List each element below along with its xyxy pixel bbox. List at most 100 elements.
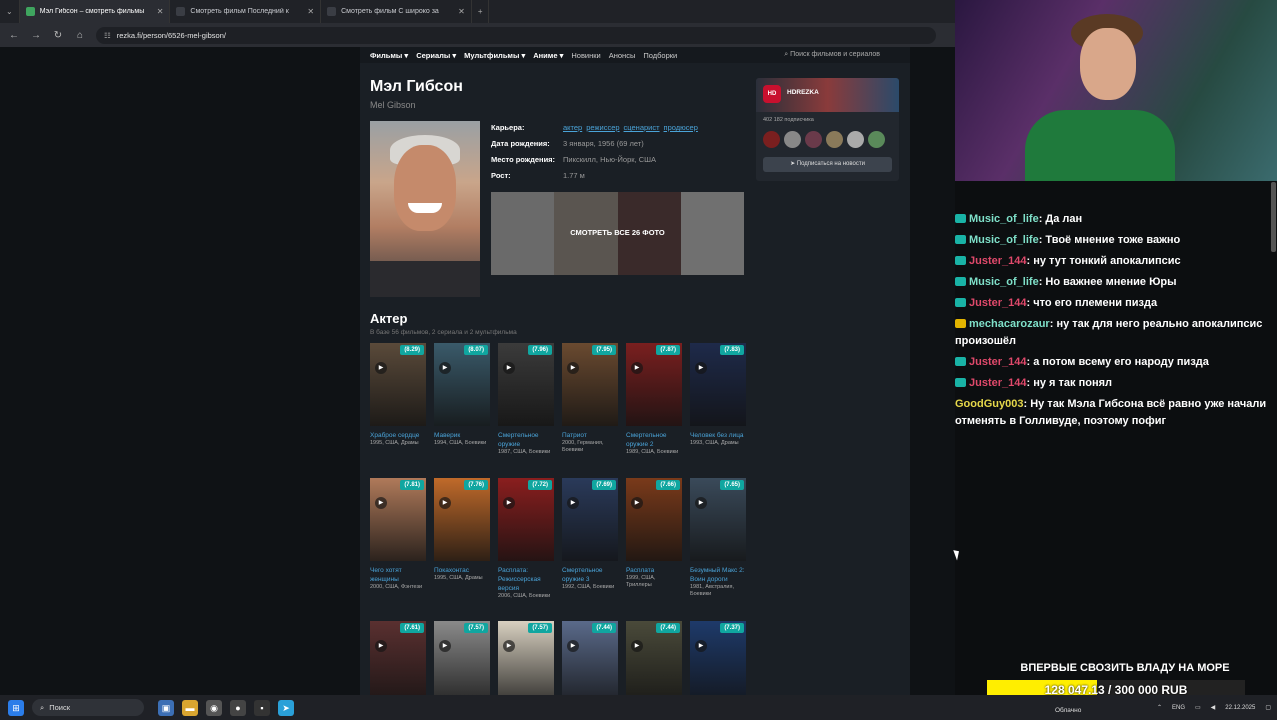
- film-title[interactable]: Чего хотят женщины: [370, 566, 426, 584]
- chat-username[interactable]: Juster_144: [969, 255, 1027, 267]
- film-poster[interactable]: (7.87) ▶: [626, 343, 682, 426]
- play-icon[interactable]: ▶: [695, 497, 707, 509]
- all-photos-button[interactable]: СМОТРЕТЬ ВСЕ 26 ФОТО: [491, 228, 744, 237]
- play-icon[interactable]: ▶: [503, 497, 515, 509]
- file-explorer-icon[interactable]: ▬: [182, 699, 198, 716]
- film-poster[interactable]: (7.69) ▶: [562, 478, 618, 561]
- notifications-icon[interactable]: ▢: [1265, 704, 1271, 711]
- play-icon[interactable]: ▶: [567, 497, 579, 509]
- play-icon[interactable]: ▶: [567, 640, 579, 652]
- close-icon[interactable]: ✕: [157, 7, 164, 16]
- play-icon[interactable]: ▶: [695, 362, 707, 374]
- film-poster[interactable]: (8.29) ▶: [370, 343, 426, 426]
- nav-announces[interactable]: Анонсы: [609, 51, 636, 60]
- tab-last[interactable]: Смотреть фильм Последний к ✕: [170, 0, 322, 23]
- chat-scrollbar[interactable]: [1271, 182, 1276, 252]
- start-icon[interactable]: ⊞: [8, 699, 24, 716]
- film-poster[interactable]: (7.83) ▶: [690, 343, 746, 426]
- film-poster[interactable]: (7.81) ▶: [370, 478, 426, 561]
- taskbar-search[interactable]: ⌕ Поиск: [32, 699, 144, 716]
- obs-icon[interactable]: ●: [230, 699, 246, 716]
- chat-username[interactable]: Music_of_life: [969, 234, 1039, 246]
- film-card[interactable]: (7.57) ▶: [498, 621, 554, 695]
- film-poster[interactable]: (7.44) ▶: [626, 621, 682, 695]
- volume-icon[interactable]: ◀: [1211, 704, 1216, 711]
- close-icon[interactable]: ✕: [458, 7, 465, 16]
- film-title[interactable]: Расплата: Режиссерская версия: [498, 566, 554, 593]
- film-poster[interactable]: (7.65) ▶: [690, 478, 746, 561]
- chat-username[interactable]: mechacarozaur: [969, 318, 1050, 330]
- chat-username[interactable]: Juster_144: [969, 297, 1027, 309]
- film-card[interactable]: (8.29) ▶ Храброе сердце 1995, США, Драмы: [370, 343, 426, 447]
- back-icon[interactable]: ←: [8, 30, 20, 41]
- film-card[interactable]: (7.44) ▶: [626, 621, 682, 695]
- film-card[interactable]: (7.57) ▶: [434, 621, 490, 695]
- chevron-up-icon[interactable]: ⌃: [1157, 704, 1162, 711]
- play-icon[interactable]: ▶: [631, 640, 643, 652]
- film-poster[interactable]: (7.61) ▶: [370, 621, 426, 695]
- film-title[interactable]: Патриот: [562, 431, 618, 440]
- nav-new[interactable]: Новинки: [571, 51, 600, 60]
- film-title[interactable]: Человек без лица: [690, 431, 746, 440]
- weather-text[interactable]: Облачно: [1055, 707, 1081, 714]
- film-poster[interactable]: (7.95) ▶: [562, 343, 618, 426]
- career-link-producer[interactable]: продюсер: [664, 123, 698, 132]
- film-title[interactable]: Покахонтас: [434, 566, 490, 575]
- film-card[interactable]: (7.83) ▶ Человек без лица 1993, США, Драмы: [690, 343, 746, 447]
- film-poster[interactable]: (7.66) ▶: [626, 478, 682, 561]
- film-card[interactable]: (7.44) ▶: [562, 621, 618, 695]
- film-title[interactable]: Безумный Макс 2: Воин дороги: [690, 566, 746, 584]
- play-icon[interactable]: ▶: [695, 640, 707, 652]
- play-icon[interactable]: ▶: [375, 640, 387, 652]
- close-icon[interactable]: ✕: [307, 7, 314, 16]
- film-poster[interactable]: (7.57) ▶: [434, 621, 490, 695]
- film-card[interactable]: (7.76) ▶ Покахонтас 1995, США, Драмы: [434, 478, 490, 582]
- career-link-writer[interactable]: сценарист: [624, 123, 660, 132]
- home-icon[interactable]: ⌂: [74, 30, 86, 41]
- play-icon[interactable]: ▶: [631, 497, 643, 509]
- film-poster[interactable]: (8.07) ▶: [434, 343, 490, 426]
- play-icon[interactable]: ▶: [439, 640, 451, 652]
- tab-wide[interactable]: Смотреть фильм С широко за ✕: [321, 0, 472, 23]
- career-link-actor[interactable]: актер: [563, 123, 582, 132]
- play-icon[interactable]: ▶: [439, 497, 451, 509]
- nav-anime[interactable]: Аниме ▾: [533, 51, 563, 60]
- chat-username[interactable]: Music_of_life: [969, 213, 1039, 225]
- site-search[interactable]: ⌕ Поиск фильмов и сериалов: [784, 51, 880, 59]
- nav-series[interactable]: Сериалы ▾: [416, 51, 456, 60]
- film-card[interactable]: (7.66) ▶ Расплата 1999, США, Триллеры: [626, 478, 682, 589]
- play-icon[interactable]: ▶: [503, 362, 515, 374]
- film-card[interactable]: (7.69) ▶ Смертельное оружие 3 1992, США, Бо…: [562, 478, 618, 591]
- film-title[interactable]: Смертельное оружие: [498, 431, 554, 449]
- film-card[interactable]: (7.81) ▶ Чего хотят женщины 2000, США, Фэнт…: [370, 478, 426, 591]
- subscribe-button[interactable]: ➤ Подписаться на новости: [763, 157, 892, 172]
- play-icon[interactable]: ▶: [631, 362, 643, 374]
- chat-username[interactable]: Music_of_life: [969, 276, 1039, 288]
- film-title[interactable]: Храброе сердце: [370, 431, 426, 440]
- address-bar[interactable]: ☷ rezka.fi/person/6526-mel-gibson/: [96, 26, 936, 44]
- film-poster[interactable]: (7.96) ▶: [498, 343, 554, 426]
- film-card[interactable]: (7.96) ▶ Смертельное оружие 1987, США, Боев…: [498, 343, 554, 456]
- chat-username[interactable]: GoodGuy003: [955, 398, 1023, 410]
- film-title[interactable]: Смертельное оружие 2: [626, 431, 682, 449]
- film-card[interactable]: (7.95) ▶ Патриот 2000, Германия, Боевики: [562, 343, 618, 454]
- film-poster[interactable]: (7.44) ▶: [562, 621, 618, 695]
- forward-icon[interactable]: →: [30, 30, 42, 41]
- app-icon[interactable]: ▪: [254, 699, 270, 716]
- language-indicator[interactable]: ENG: [1172, 705, 1185, 711]
- site-info-icon[interactable]: ☷: [104, 31, 111, 40]
- play-icon[interactable]: ▶: [567, 362, 579, 374]
- career-link-director[interactable]: режиссер: [586, 123, 619, 132]
- play-icon[interactable]: ▶: [439, 362, 451, 374]
- play-icon[interactable]: ▶: [375, 497, 387, 509]
- network-icon[interactable]: ▭: [1195, 704, 1201, 711]
- play-icon[interactable]: ▶: [503, 640, 515, 652]
- telegram-icon[interactable]: ➤: [278, 699, 294, 716]
- nav-cartoons[interactable]: Мультфильмы ▾: [464, 51, 525, 60]
- chat-username[interactable]: Juster_144: [969, 377, 1027, 389]
- chat-username[interactable]: Juster_144: [969, 356, 1027, 368]
- film-poster[interactable]: (7.37) ▶: [690, 621, 746, 695]
- reload-icon[interactable]: ↻: [52, 30, 64, 41]
- film-card[interactable]: (7.37) ▶: [690, 621, 746, 695]
- film-card[interactable]: (7.72) ▶ Расплата: Режиссерская версия 2006…: [498, 478, 554, 600]
